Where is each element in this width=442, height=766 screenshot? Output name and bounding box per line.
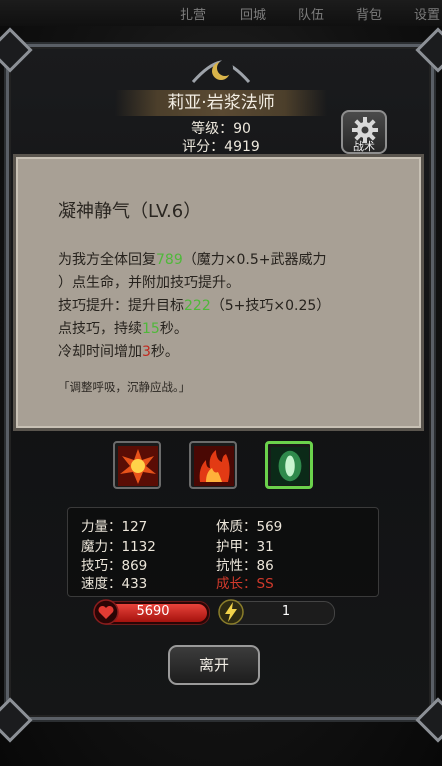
stats-panel: 力量：127 魔力：1132 技巧：869 速度：433 体质：569 护甲：3… bbox=[67, 507, 379, 597]
stat-constitution: 体质：569 bbox=[216, 519, 283, 535]
nav-settings[interactable]: 设置 bbox=[414, 4, 440, 23]
stat-growth: 成长：SS bbox=[216, 576, 274, 592]
stat-strength: 力量：127 bbox=[81, 519, 148, 535]
hp-value: 5690 bbox=[136, 604, 170, 619]
desc-text: （魔力×0.5+武器威力 bbox=[182, 252, 327, 268]
desc-text: （5+技巧×0.25） bbox=[210, 298, 331, 314]
moon-crest-icon bbox=[191, 60, 251, 83]
skill-quote: 「调整呼吸，沉静应战。」 bbox=[58, 380, 191, 394]
nav-return-town[interactable]: 回城 bbox=[240, 4, 266, 23]
desc-text: ）点生命，并附加技巧提升。 bbox=[58, 275, 240, 291]
skill-slot-2[interactable] bbox=[189, 441, 237, 489]
skill-slot-3-selected[interactable] bbox=[265, 441, 313, 489]
stat-magic: 魔力：1132 bbox=[81, 539, 156, 555]
desc-text: 点技巧，持续 bbox=[58, 321, 142, 337]
energy-value: 1 bbox=[281, 604, 291, 619]
nav-bag[interactable]: 背包 bbox=[356, 4, 382, 23]
cooldown-value: 3 bbox=[142, 344, 151, 360]
skill-title: 凝神静气（LV.6） bbox=[58, 201, 202, 222]
stat-speed: 速度：433 bbox=[81, 576, 148, 592]
character-name: 莉亚·岩浆法师 bbox=[115, 90, 327, 116]
technique-bonus-value: 222 bbox=[184, 298, 211, 314]
stat-resistance: 抗性：86 bbox=[216, 558, 274, 574]
hp-bar: 5690 bbox=[93, 599, 210, 625]
top-nav-bar: 扎营 回城 队伍 背包 设置 bbox=[0, 0, 442, 26]
desc-text: 为我方全体回复 bbox=[58, 252, 156, 268]
duration-value: 15 bbox=[142, 321, 160, 337]
desc-text: 技巧提升：提升目标 bbox=[58, 298, 184, 314]
desc-text: 秒。 bbox=[150, 344, 179, 360]
skill-tooltip: 凝神静气（LV.6） 为我方全体回复789（魔力×0.5+武器威力 ）点生命，并… bbox=[13, 154, 424, 431]
desc-text: 冷却时间增加 bbox=[58, 344, 142, 360]
nav-camp[interactable]: 扎营 bbox=[180, 4, 206, 23]
skill-slot-1[interactable] bbox=[113, 441, 161, 489]
tactics-button[interactable]: 战术 bbox=[341, 110, 387, 154]
heal-value: 789 bbox=[156, 252, 183, 268]
flame-icon bbox=[194, 446, 234, 486]
energy-bar: 1 bbox=[218, 599, 335, 625]
fire-burst-icon bbox=[118, 446, 158, 486]
stat-armor: 护甲：31 bbox=[216, 539, 274, 555]
green-light-icon bbox=[271, 447, 309, 485]
tactics-label: 战术 bbox=[353, 140, 375, 153]
desc-text: 秒。 bbox=[159, 321, 188, 337]
nav-team[interactable]: 队伍 bbox=[298, 4, 324, 23]
leave-button[interactable]: 离开 bbox=[168, 645, 260, 685]
stat-technique: 技巧：869 bbox=[81, 558, 148, 574]
skill-description: 为我方全体回复789（魔力×0.5+武器威力 ）点生命，并附加技巧提升。 技巧提… bbox=[58, 249, 398, 364]
